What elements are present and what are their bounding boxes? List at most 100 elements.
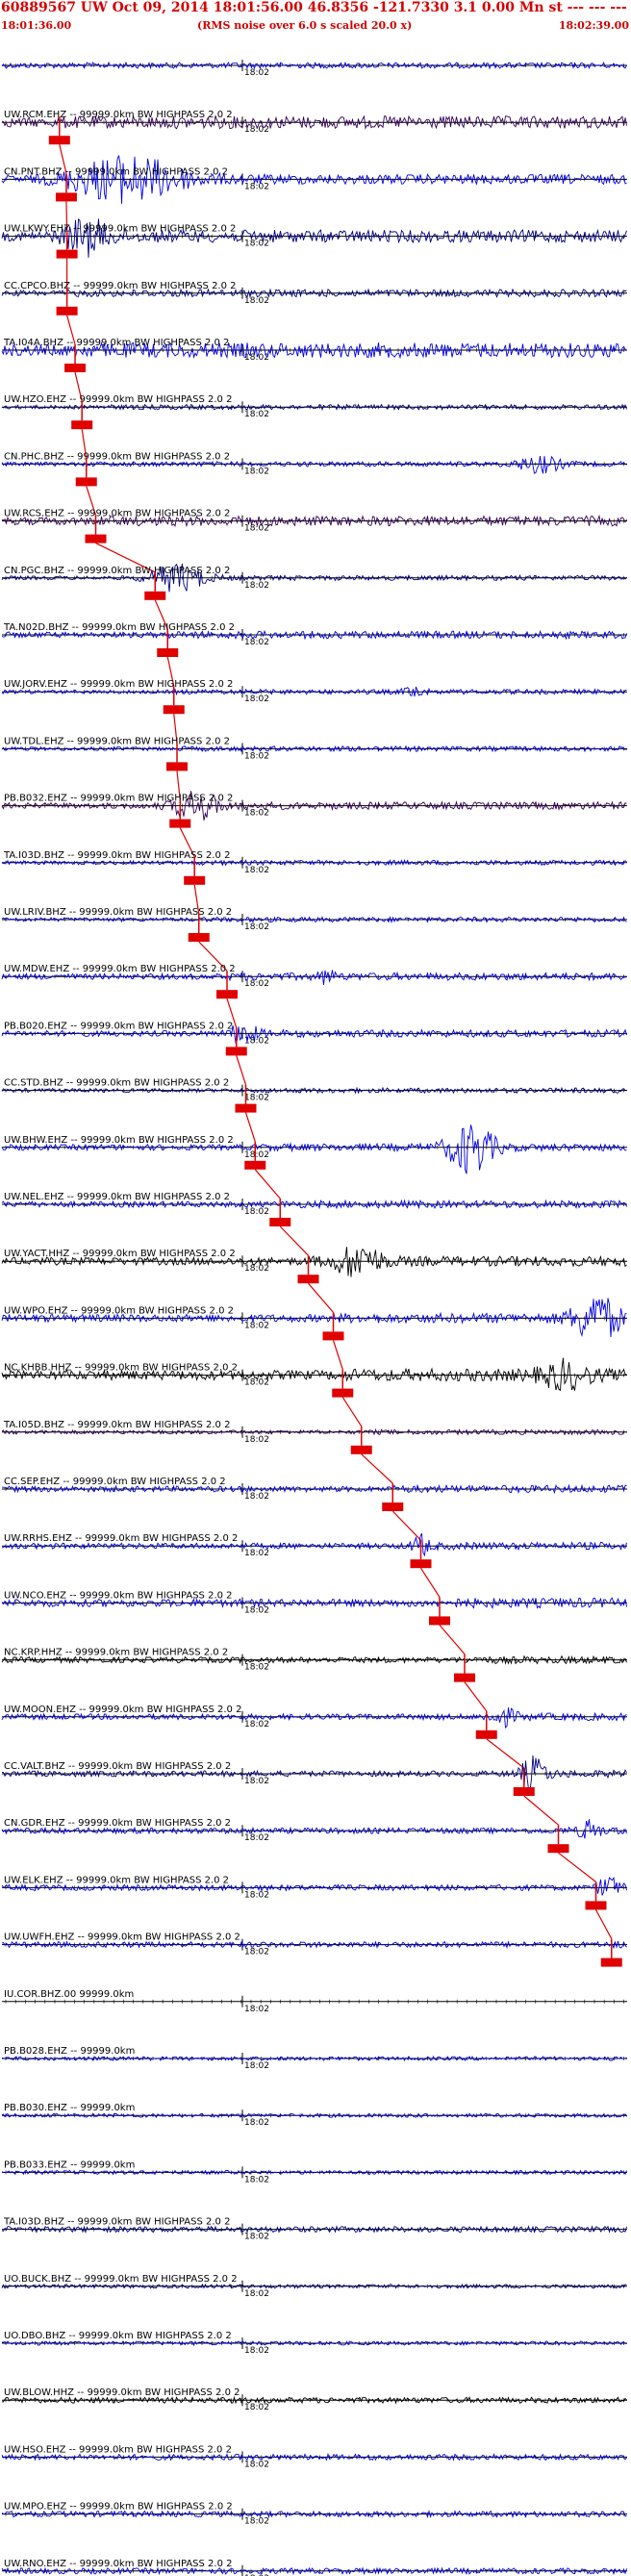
minute-tick-label: 18:02 <box>244 2061 269 2071</box>
minute-tick-label: 18:02 <box>244 638 269 647</box>
station-label: UW.JORV.EHZ -- 99999.0km BW HIGHPASS 2.0… <box>4 679 233 690</box>
pick-connector <box>594 1909 613 1939</box>
minute-tick-label: 18:02 <box>244 1435 269 1445</box>
station-label: UW.RRHS.EHZ -- 99999.0km BW HIGHPASS 2.0… <box>4 1533 238 1544</box>
station-label: UW.BHW.EHZ -- 99999.0km BW HIGHPASS 2.0 … <box>4 1135 234 1146</box>
minute-tick-label: 18:02 <box>244 1948 269 1957</box>
minute-tick-label: 18:02 <box>244 1663 269 1673</box>
minute-tick-label: 18:02 <box>244 467 269 476</box>
pick-connector <box>558 1852 596 1882</box>
minute-tick-label: 18:02 <box>244 410 269 419</box>
pick-connector <box>523 1795 559 1826</box>
minute-tick-label: 18:02 <box>244 1207 269 1217</box>
minute-tick-label: 18:02 <box>244 1890 269 1900</box>
station-label: PB.B020.EHZ -- 99999.0km BW HIGHPASS 2.0… <box>4 1021 233 1031</box>
minute-tick-label: 18:02 <box>244 1321 269 1330</box>
station-label: CC.CPCO.BHZ -- 99999.0km BW HIGHPASS 2.0… <box>4 281 237 291</box>
pick-marker <box>429 1616 450 1626</box>
pick-connector <box>254 1169 281 1200</box>
pick-connector <box>361 1453 393 1484</box>
pick-marker <box>332 1388 354 1398</box>
station-label: PB.B033.EHZ -- 99999.0km <box>4 2159 135 2170</box>
pick-marker <box>350 1445 372 1454</box>
minute-tick-label: 18:02 <box>244 68 269 78</box>
minute-tick-label: 18:02 <box>244 2460 269 2469</box>
minute-tick-label: 18:02 <box>244 1777 269 1786</box>
station-label: PB.B032.EHZ -- 99999.0km BW HIGHPASS 2.0… <box>4 794 233 804</box>
minute-tick-label: 18:02 <box>244 1720 269 1730</box>
station-label: IU.COR.BHZ.00 99999.0km <box>4 1989 134 2000</box>
pick-marker <box>166 762 188 771</box>
pick-marker <box>75 477 97 487</box>
station-label: CN.PGC.BHZ -- 99999.0km BW HIGHPASS 2.0 … <box>4 566 230 576</box>
station-label: UW.MDW.EHZ -- 99999.0km BW HIGHPASS 2.0 … <box>4 964 236 974</box>
pick-connector <box>439 1625 466 1654</box>
minute-tick-label: 18:02 <box>244 695 269 704</box>
station-label: TA.I03D.BHZ -- 99999.0km BW HIGHPASS 2.0… <box>3 2217 230 2228</box>
station-label: UW.LKWY.EHZ -- 99999.0km BW HIGHPASS 2.0… <box>4 224 236 235</box>
station-label: NC.KHBB.HHZ -- 99999.0km BW HIGHPASS 2.0… <box>4 1363 238 1374</box>
pick-marker <box>513 1787 535 1796</box>
station-label: TA.I05D.BHZ -- 99999.0km BW HIGHPASS 2.0… <box>3 1420 230 1430</box>
station-label: UW.MPO.EHZ -- 99999.0km BW HIGHPASS 2.0 … <box>4 2502 233 2513</box>
station-label: UW.NCO.EHZ -- 99999.0km BW HIGHPASS 2.0 … <box>4 1590 233 1601</box>
pick-marker <box>322 1331 344 1341</box>
station-label: UW.LRIV.BHZ -- 99999.0km BW HIGHPASS 2.0… <box>4 907 232 918</box>
pick-connector <box>308 1282 334 1313</box>
minute-tick-label: 18:02 <box>244 2005 269 2014</box>
pick-marker <box>297 1275 319 1284</box>
pick-marker <box>235 1103 257 1113</box>
minute-tick-label: 18:02 <box>244 1549 269 1558</box>
station-label: UW.HSO.EHZ -- 99999.0km BW HIGHPASS 2.0 … <box>4 2444 232 2455</box>
pick-marker <box>475 1730 497 1739</box>
minute-tick-label: 18:02 <box>244 2175 269 2185</box>
pick-marker <box>244 1160 266 1170</box>
minute-tick-label: 18:02 <box>244 2289 269 2299</box>
minute-tick-label: 18:02 <box>244 866 269 875</box>
station-label: UW.HZO.EHZ -- 99999.0km BW HIGHPASS 2.0 … <box>4 394 232 405</box>
station-label: UW.WPO.EHZ -- 99999.0km BW HIGHPASS 2.0 … <box>4 1305 234 1316</box>
pick-marker <box>163 705 185 715</box>
pick-marker <box>55 192 77 202</box>
pick-marker <box>48 136 70 145</box>
station-label: CN.PNT.BHZ -- 99999.0km BW HIGHPASS 2.0 … <box>4 166 228 177</box>
minute-tick-label: 18:02 <box>244 240 269 249</box>
minute-tick-label: 18:02 <box>244 2403 269 2412</box>
minute-tick-label: 18:02 <box>244 1094 269 1103</box>
pick-marker <box>64 364 87 372</box>
pick-marker <box>144 591 166 600</box>
station-label: UW.MOON.EHZ -- 99999.0km BW HIGHPASS 2.0… <box>4 1705 241 1715</box>
pick-connector <box>244 1112 256 1142</box>
pick-marker <box>56 249 78 259</box>
pick-marker <box>269 1218 291 1226</box>
minute-tick-label: 18:02 <box>244 1833 269 1843</box>
minute-tick-label: 18:02 <box>244 1605 269 1615</box>
pick-connector <box>486 1738 525 1769</box>
station-label: CN.GDR.EHZ -- 99999.0km BW HIGHPASS 2.0 … <box>4 1818 231 1829</box>
pick-marker <box>600 1957 622 1967</box>
station-label: UW.TDL.EHZ -- 99999.0km BW HIGHPASS 2.0 … <box>4 736 230 746</box>
station-label: UW.BLOW.HHZ -- 99999.0km BW HIGHPASS 2.0… <box>4 2387 240 2398</box>
pick-marker <box>56 306 78 316</box>
station-label: CC.SEP.EHZ -- 99999.0km BW HIGHPASS 2.0 … <box>4 1477 226 1487</box>
minute-tick-label: 18:02 <box>244 922 269 932</box>
station-label: PB.B030.EHZ -- 99999.0km <box>4 2103 135 2113</box>
pick-marker <box>585 1901 607 1910</box>
pick-connector <box>341 1397 363 1427</box>
pick-marker <box>169 819 191 828</box>
waveform <box>1 1298 627 1338</box>
minute-tick-label: 18:02 <box>244 751 269 761</box>
seismogram-plot: 18:02 18:02 UW.RCM.EHZ -- 99999.0km BW HIG… <box>1 60 627 2576</box>
station-label: UW.RCS.EHZ -- 99999.0km BW HIGHPASS 2.0 … <box>4 509 230 519</box>
pick-marker <box>188 933 210 942</box>
station-label: UW.NEL.EHZ -- 99999.0km BW HIGHPASS 2.0 … <box>4 1192 230 1202</box>
station-label: UW.RCM.EHZ -- 99999.0km BW HIGHPASS 2.0 … <box>4 110 233 120</box>
pick-connector <box>391 1510 421 1541</box>
pick-marker <box>184 875 206 885</box>
station-label: UO.DBO.BHZ -- 99999.0km BW HIGHPASS 2.0 … <box>4 2331 232 2341</box>
minute-tick-label: 18:02 <box>244 1264 269 1274</box>
station-label: UO.BUCK.BHZ -- 99999.0km BW HIGHPASS 2.0… <box>4 2274 238 2285</box>
minute-tick-label: 18:02 <box>244 296 269 306</box>
pick-marker <box>410 1559 432 1569</box>
pick-marker <box>454 1673 475 1682</box>
